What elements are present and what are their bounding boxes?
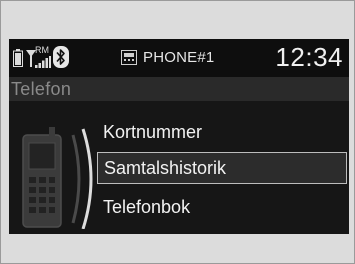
battery-icon xyxy=(13,49,23,67)
menu-item-telefonbok[interactable]: Telefonbok xyxy=(97,191,347,223)
menu-item-samtalshistorik[interactable]: Samtalshistorik xyxy=(97,152,347,184)
device-frame: RM PHONE#1 12:34 Telefon Kortnummer Samt… xyxy=(0,0,355,264)
phone-device-icon xyxy=(121,50,137,65)
phone-name-label: PHONE#1 xyxy=(143,49,215,66)
phone-screen: RM PHONE#1 12:34 Telefon Kortnummer Samt… xyxy=(9,39,349,234)
screen-title: Telefon xyxy=(11,79,72,99)
menu-item-kortnummer[interactable]: Kortnummer xyxy=(97,116,347,148)
clock: 12:34 xyxy=(275,42,343,72)
mobile-phone-icon xyxy=(22,127,93,229)
status-bar: RM PHONE#1 12:34 xyxy=(9,39,349,77)
signal-strength-icon xyxy=(35,56,51,68)
title-bar: Telefon xyxy=(9,77,349,101)
roaming-label: RM xyxy=(35,45,49,55)
bluetooth-icon xyxy=(53,46,69,68)
